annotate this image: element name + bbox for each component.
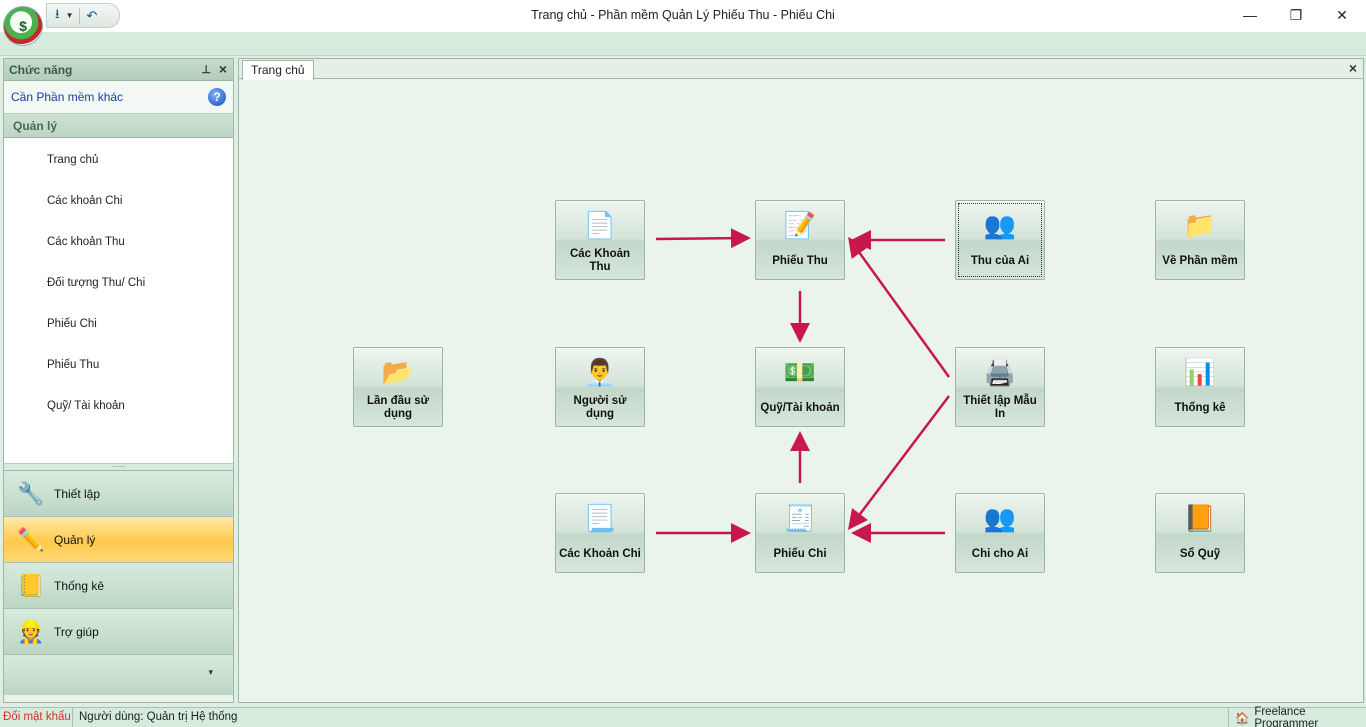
signature-icon: 🧾 bbox=[783, 502, 817, 533]
main-panel: Trang chủ × 📄 Các Khoản Thu 📝 Phiếu Thu … bbox=[238, 58, 1364, 703]
nav-label: Trợ giúp bbox=[54, 624, 99, 639]
home-icon: 🏠 bbox=[1235, 712, 1250, 725]
close-button[interactable]: ✕ bbox=[1319, 4, 1365, 26]
brand-panel: 🏠 Freelance Programmer bbox=[1228, 705, 1366, 727]
tile-label: Chi cho Ai bbox=[971, 547, 1029, 560]
tile-thiet-lap-mau-in[interactable]: 🖨️ Thiết lập Mẫu In bbox=[955, 347, 1045, 427]
arrow bbox=[655, 228, 751, 249]
close-icon[interactable]: × bbox=[219, 61, 227, 77]
panel-header: Chức năng ⊥ × bbox=[4, 59, 233, 81]
minimize-button[interactable]: — bbox=[1227, 4, 1273, 26]
tile-label: Phiếu Thu bbox=[772, 254, 828, 267]
menu-item-phieu-chi[interactable]: Phiếu Chi bbox=[47, 318, 97, 330]
tools-icon: 🔧 bbox=[17, 480, 45, 506]
chevron-down-icon[interactable]: ▾ bbox=[208, 667, 213, 678]
arrow bbox=[847, 395, 950, 530]
tab-strip: Trang chủ × bbox=[239, 59, 1363, 80]
tab-trang-chu[interactable]: Trang chủ bbox=[242, 60, 314, 80]
user-icon: 👨‍💼 bbox=[583, 356, 617, 387]
brand-label: Freelance Programmer bbox=[1254, 705, 1319, 727]
status-bar: Đổi mật khẩu Người dùng: Quản trị Hệ thố… bbox=[0, 705, 1366, 727]
tile-phieu-thu[interactable]: 📝 Phiếu Thu bbox=[755, 200, 845, 280]
other-software-label[interactable]: Cần Phần mềm khác bbox=[11, 90, 123, 104]
tile-thu-cua-ai[interactable]: 👥 Thu của Ai bbox=[955, 200, 1045, 280]
other-software-link[interactable]: Cần Phần mềm khác ? bbox=[4, 81, 233, 114]
menu-item-phieu-thu[interactable]: Phiếu Thu bbox=[47, 359, 99, 371]
tile-label: Lần đầu sử dụng bbox=[366, 395, 429, 420]
tile-label: Người sử dụng bbox=[573, 395, 627, 420]
group-header: Quản lý bbox=[4, 114, 233, 138]
pencil-icon: ✏️ bbox=[17, 526, 45, 552]
tile-nguoi-su-dung[interactable]: 👨‍💼 Người sử dụng bbox=[555, 347, 645, 427]
app-logo-icon: $ bbox=[19, 18, 27, 34]
tile-label: Các Khoản Chi bbox=[559, 547, 641, 560]
nav-quan-ly[interactable]: ✏️ Quản lý bbox=[4, 517, 233, 563]
menu-item-cac-khoan-thu[interactable]: Các khoản Thu bbox=[47, 236, 125, 248]
change-password-link[interactable]: Đổi mật khẩu bbox=[3, 711, 71, 723]
money-icon: 💵 bbox=[783, 356, 817, 387]
nav-label: Thống kê bbox=[54, 578, 105, 593]
nav-overflow[interactable]: ▾ bbox=[4, 655, 233, 695]
help-icon[interactable]: ? bbox=[208, 88, 226, 106]
tile-thong-ke[interactable]: 📊 Thống kê bbox=[1155, 347, 1245, 427]
tile-cac-khoan-thu[interactable]: 📄 Các Khoản Thu bbox=[555, 200, 645, 280]
pin-icon[interactable]: ⊥ bbox=[201, 63, 211, 76]
panel-splitter[interactable]: ····· bbox=[4, 463, 233, 471]
tile-chi-cho-ai[interactable]: 👥 Chi cho Ai bbox=[955, 493, 1045, 573]
ledger-icon: 📙 bbox=[1183, 502, 1217, 533]
menu-item-cac-khoan-chi[interactable]: Các khoản Chi bbox=[47, 195, 122, 207]
menu-item-quy-tai-khoan[interactable]: Quỹ/ Tài khoản bbox=[47, 400, 125, 412]
arrow bbox=[848, 236, 951, 378]
report-icon: 📊 bbox=[1183, 356, 1217, 387]
close-tab-icon[interactable]: × bbox=[1349, 60, 1357, 76]
tile-cac-khoan-chi[interactable]: 📃 Các Khoản Chi bbox=[555, 493, 645, 573]
tile-label: Thu của Ai bbox=[970, 254, 1030, 267]
tile-label: Sổ Quỹ bbox=[1179, 547, 1221, 560]
folder-icon: 📁 bbox=[1183, 209, 1217, 240]
menu-item-doi-tuong[interactable]: Đối tượng Thu/ Chi bbox=[47, 277, 145, 289]
nav-label: Quản lý bbox=[54, 532, 96, 547]
tile-phieu-chi[interactable]: 🧾 Phiếu Chi bbox=[755, 493, 845, 573]
document-list-icon: 📄 bbox=[583, 209, 617, 240]
folder-icon: 📂 bbox=[381, 356, 415, 387]
edit-document-icon: 📝 bbox=[783, 209, 817, 240]
tile-so-quy[interactable]: 📙 Sổ Quỹ bbox=[1155, 493, 1245, 573]
tile-ve-phan-mem[interactable]: 📁 Về Phần mềm bbox=[1155, 200, 1245, 280]
tile-label: Thống kê bbox=[1174, 401, 1226, 414]
panel-title: Chức năng bbox=[9, 62, 73, 77]
users-icon: 👥 bbox=[983, 209, 1017, 240]
tile-label: Quỹ/Tài khoản bbox=[760, 401, 840, 414]
document-list-icon: 📃 bbox=[583, 502, 617, 533]
tile-label: Thiết lập Mẫu In bbox=[963, 395, 1037, 420]
window-title: Trang chủ - Phần mềm Quản Lý Phiếu Thu -… bbox=[531, 8, 835, 22]
tile-lan-dau-su-dung[interactable]: 📂 Lần đầu sử dụng bbox=[353, 347, 443, 427]
restore-button[interactable]: ❐ bbox=[1273, 4, 1319, 26]
tile-label: Các Khoản Thu bbox=[569, 248, 631, 273]
ribbon-strip bbox=[0, 32, 1366, 56]
tile-label: Về Phần mềm bbox=[1162, 254, 1238, 267]
nav-tro-giup[interactable]: 👷 Trợ giúp bbox=[4, 609, 233, 655]
tile-label: Phiếu Chi bbox=[773, 547, 827, 560]
users-icon: 👥 bbox=[983, 502, 1017, 533]
nav-thiet-lap[interactable]: 🔧 Thiết lập bbox=[4, 471, 233, 517]
app-menu-button[interactable]: $ bbox=[3, 6, 43, 46]
title-bar: $ ⭳ ▼ ↶ Trang chủ - Phần mềm Quản Lý Phi… bbox=[0, 0, 1366, 46]
menu-list: Trang chủ Các khoản Chi Các khoản Thu Đố… bbox=[4, 138, 233, 463]
menu-item-trang-chu[interactable]: Trang chủ bbox=[47, 154, 98, 166]
function-panel: Chức năng ⊥ × Cần Phần mềm khác ? Quản l… bbox=[3, 58, 234, 703]
nav-label: Thiết lập bbox=[54, 486, 101, 501]
report-icon: 📒 bbox=[17, 572, 45, 598]
tile-quy-tai-khoan[interactable]: 💵 Quỹ/Tài khoản bbox=[755, 347, 845, 427]
printer-icon: 🖨️ bbox=[983, 356, 1017, 387]
current-user: Người dùng: Quản trị Hệ thống bbox=[72, 708, 243, 727]
nav-thong-ke[interactable]: 📒 Thống kê bbox=[4, 563, 233, 609]
support-icon: 👷 bbox=[17, 618, 45, 644]
